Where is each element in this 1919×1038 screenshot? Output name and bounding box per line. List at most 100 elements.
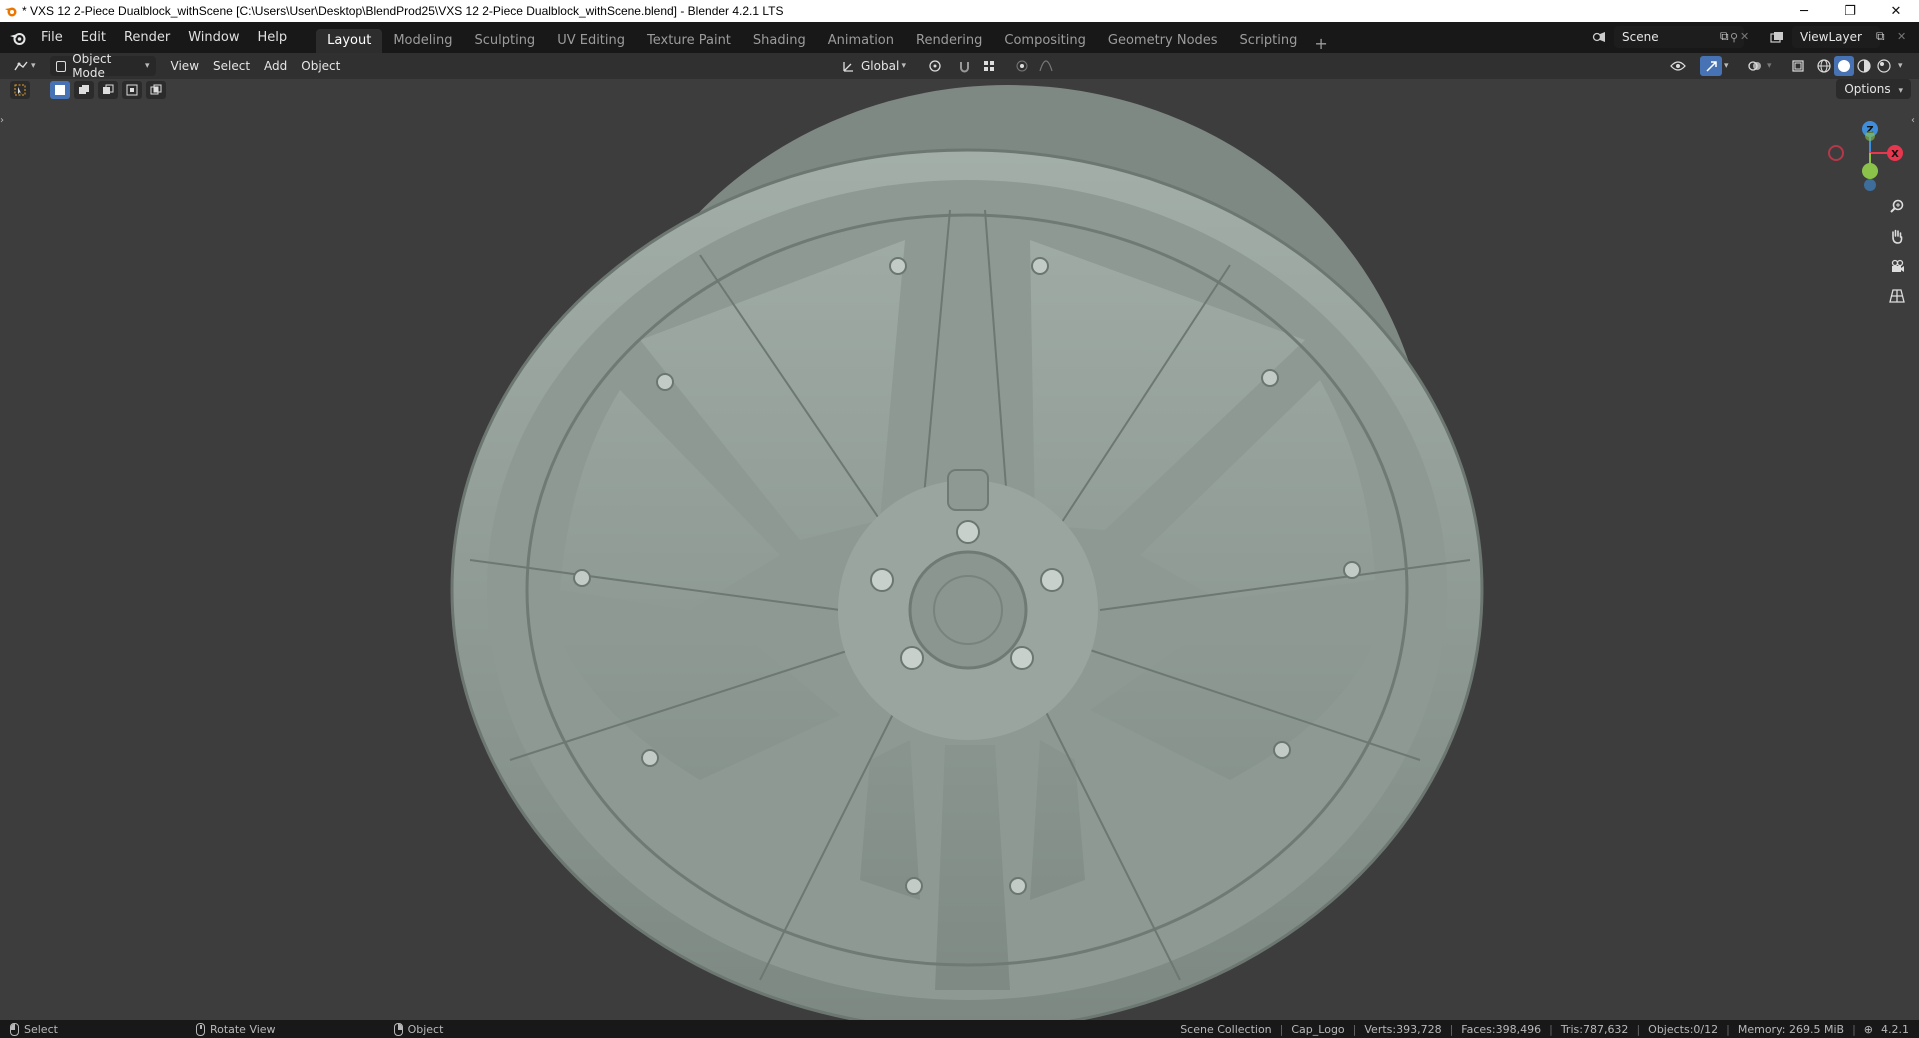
stat-verts: Verts:393,728 (1364, 1022, 1442, 1036)
blender-logo-icon[interactable] (4, 27, 32, 49)
wireframe-shading-icon[interactable] (1814, 56, 1834, 76)
tab-layout[interactable]: Layout (316, 29, 383, 53)
chevron-down-icon[interactable]: ▾ (1724, 56, 1736, 76)
select-new-icon[interactable] (50, 81, 70, 99)
options-dropdown[interactable]: Options ▾ (1836, 79, 1911, 99)
tab-sculpting[interactable]: Sculpting (463, 29, 546, 53)
navigation-gizmo[interactable]: Z X (1822, 113, 1912, 193)
viewport-editor-icon (14, 61, 28, 71)
object-mode-icon (55, 60, 67, 72)
selectability-visibility-icon[interactable] (1664, 56, 1692, 76)
orientation-icon (843, 61, 853, 72)
new-scene-icon[interactable]: ⧉ (1720, 27, 1736, 45)
mode-dropdown[interactable]: Object Mode ▾ (49, 52, 156, 80)
stat-collection: Scene Collection (1180, 1022, 1272, 1036)
select-tool-icon[interactable] (10, 81, 30, 99)
tab-animation[interactable]: Animation (817, 29, 905, 53)
main-menu: File Edit Render Window Help (32, 27, 296, 49)
tab-modeling[interactable]: Modeling (382, 29, 463, 53)
snap-target-icon[interactable] (976, 56, 1002, 76)
hint-select: Select (10, 1022, 58, 1036)
tab-rendering[interactable]: Rendering (905, 29, 993, 53)
menu-view[interactable]: View (164, 56, 206, 76)
scene-name: Scene (1622, 30, 1659, 44)
menu-add[interactable]: Add (257, 56, 294, 76)
add-workspace-button[interactable]: + (1308, 34, 1333, 53)
pan-hand-icon[interactable] (1884, 223, 1910, 249)
hint-rotate: Rotate View (195, 1022, 276, 1036)
select-subtract-icon[interactable] (98, 81, 118, 99)
menu-select[interactable]: Select (206, 56, 257, 76)
globe-icon: ⊕ (1863, 1022, 1873, 1036)
gizmo-toggle-icon[interactable] (1700, 56, 1722, 76)
menu-help[interactable]: Help (249, 27, 297, 49)
material-preview-icon[interactable] (1854, 56, 1874, 76)
select-invert-icon[interactable] (122, 81, 142, 99)
xray-toggle-icon[interactable] (1788, 56, 1808, 76)
mouse-right-icon (393, 1022, 403, 1036)
stat-active-object: Cap_Logo (1291, 1022, 1345, 1036)
tab-geometry-nodes[interactable]: Geometry Nodes (1097, 29, 1229, 53)
proportional-editing-icon[interactable] (1013, 56, 1031, 76)
mouse-left-icon (10, 1022, 19, 1036)
new-view-layer-icon[interactable]: ⧉ (1876, 27, 1892, 45)
stat-version: 4.2.1 (1881, 1022, 1909, 1036)
pivot-point-icon[interactable] (922, 56, 948, 76)
chevron-down-icon[interactable]: ▾ (1767, 56, 1779, 76)
snap-toggle-icon[interactable] (955, 56, 973, 76)
remove-scene-icon[interactable]: ✕ (1740, 27, 1754, 45)
window-titlebar: * VXS 12 2-Piece Dualblock_withScene [C:… (0, 0, 1919, 22)
zoom-icon[interactable] (1884, 193, 1910, 219)
tab-scripting[interactable]: Scripting (1229, 29, 1309, 53)
stat-memory: Memory: 269.5 MiB (1737, 1022, 1845, 1036)
tab-shading[interactable]: Shading (742, 29, 817, 53)
tab-uv-editing[interactable]: UV Editing (546, 29, 636, 53)
hint-object-label: Object (407, 1022, 444, 1036)
tab-compositing[interactable]: Compositing (993, 29, 1097, 53)
rendered-shading-icon[interactable] (1874, 56, 1894, 76)
options-label: Options (1844, 82, 1891, 96)
falloff-curve-icon[interactable] (1034, 56, 1058, 76)
viewport-header: ▾ Object Mode ▾ View Select Add Object G… (0, 52, 1919, 80)
window-title: * VXS 12 2-Piece Dualblock_withScene [C:… (22, 4, 784, 18)
toolbar-expand-icon[interactable]: › (0, 115, 8, 129)
perspective-grid-icon[interactable] (1884, 283, 1910, 309)
camera-view-icon[interactable] (1884, 253, 1910, 279)
overlays-toggle-icon[interactable] (1744, 56, 1766, 76)
wheel-model[interactable] (0, 79, 1919, 1020)
hint-object: Object (393, 1022, 444, 1036)
stat-objects: Objects:0/12 (1648, 1022, 1719, 1036)
menu-render[interactable]: Render (115, 27, 179, 49)
remove-view-layer-icon[interactable]: ✕ (1897, 27, 1911, 45)
scene-type-icon[interactable] (1586, 28, 1612, 46)
stat-faces: Faces:398,496 (1461, 1022, 1542, 1036)
gizmo-x-label: X (1891, 149, 1899, 160)
scene-statistics: Scene Collection | Cap_Logo | Verts:393,72… (1176, 1020, 1913, 1038)
view-layer-type-icon[interactable] (1764, 28, 1790, 46)
select-extend-icon[interactable] (74, 81, 94, 99)
chevron-down-icon[interactable]: ▾ (1898, 56, 1910, 76)
tool-row (10, 81, 166, 99)
menu-file[interactable]: File (32, 27, 72, 49)
hint-select-label: Select (24, 1022, 58, 1036)
solid-shading-icon[interactable] (1834, 56, 1854, 76)
editor-type-dropdown[interactable]: ▾ (8, 56, 42, 76)
select-intersect-icon[interactable] (146, 81, 166, 99)
close-button[interactable]: ✕ (1873, 0, 1919, 22)
view-layer-selector[interactable]: ViewLayer (1792, 26, 1880, 48)
center-cap (908, 550, 1028, 670)
chevron-down-icon: ▾ (145, 61, 150, 71)
sidebar-expand-icon[interactable]: ‹ (1911, 115, 1919, 129)
menu-window[interactable]: Window (179, 27, 248, 49)
workspace-tabs: Layout Modeling Sculpting UV Editing Tex… (316, 22, 1334, 53)
chevron-down-icon: ▾ (1898, 86, 1903, 96)
menu-edit[interactable]: Edit (72, 27, 115, 49)
restore-button[interactable]: ❐ (1827, 0, 1873, 22)
mode-label: Object Mode (72, 52, 112, 80)
tab-texture-paint[interactable]: Texture Paint (636, 29, 742, 53)
menu-object[interactable]: Object (294, 56, 347, 76)
transform-orientation-dropdown[interactable]: Global ▾ (836, 56, 912, 76)
mouse-middle-icon (195, 1022, 205, 1036)
3d-viewport[interactable]: › ‹ Options ▾ Z X (0, 79, 1919, 1020)
minimize-button[interactable]: ─ (1781, 0, 1827, 22)
